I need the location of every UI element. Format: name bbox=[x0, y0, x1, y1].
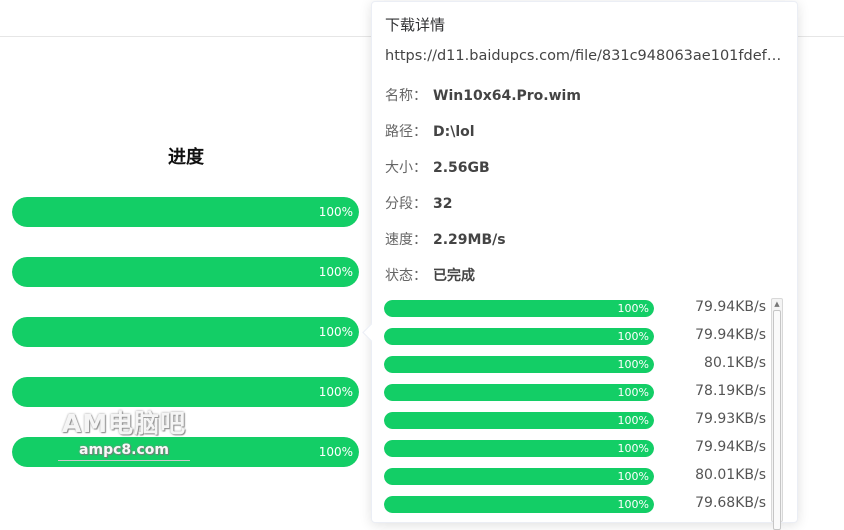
segment-speed: 78.19KB/s bbox=[695, 383, 766, 399]
segment-progress-fill bbox=[384, 412, 654, 429]
segment-progress-fill bbox=[384, 300, 654, 317]
progress-percent: 100% bbox=[318, 445, 353, 459]
progress-bar-fill bbox=[12, 257, 359, 287]
segment-percent: 100% bbox=[617, 470, 649, 483]
segment-progress-bar: 100% bbox=[384, 384, 654, 401]
segment-progress-fill bbox=[384, 440, 654, 457]
field-value: 已完成 bbox=[433, 268, 475, 284]
segment-row: 100% 79.94KB/s bbox=[384, 298, 774, 318]
segment-scrollbar[interactable]: ▲ bbox=[771, 298, 783, 530]
progress-bar-fill bbox=[12, 317, 359, 347]
segment-speed: 79.94KB/s bbox=[695, 327, 766, 343]
field-label: 大小： bbox=[385, 160, 427, 176]
segment-row: 100% 79.68KB/s bbox=[384, 494, 774, 514]
segment-list[interactable]: 100% 79.94KB/s 100% 79.94KB/s 100% 80.1KB/s 10… bbox=[384, 298, 784, 522]
segment-progress-bar: 100% bbox=[384, 412, 654, 429]
segment-progress-bar: 100% bbox=[384, 468, 654, 485]
segment-row: 100% 80.01KB/s bbox=[384, 466, 774, 486]
segment-progress-fill bbox=[384, 328, 654, 345]
popover-title: 下载详情 bbox=[385, 16, 446, 34]
progress-bar: 100% bbox=[12, 377, 359, 407]
field-label: 名称： bbox=[385, 88, 427, 104]
field-label: 状态： bbox=[385, 268, 427, 284]
segment-speed: 80.01KB/s bbox=[695, 467, 766, 483]
progress-percent: 100% bbox=[318, 265, 353, 279]
segment-percent: 100% bbox=[617, 498, 649, 511]
field-size: 大小： 2.56GB bbox=[385, 157, 490, 177]
field-name: 名称： Win10x64.Pro.wim bbox=[385, 85, 581, 105]
segment-progress-bar: 100% bbox=[384, 440, 654, 457]
field-segments: 分段： 32 bbox=[385, 193, 452, 213]
progress-column-header: 进度 bbox=[168, 147, 204, 168]
popover-arrow bbox=[362, 323, 381, 342]
segment-progress-fill bbox=[384, 496, 654, 513]
segment-row: 100% 78.19KB/s bbox=[384, 382, 774, 402]
segment-speed: 79.94KB/s bbox=[695, 299, 766, 315]
progress-bar: 100% bbox=[12, 197, 359, 227]
field-value: 2.56GB bbox=[433, 160, 490, 176]
segment-row: 100% 80.1KB/s bbox=[384, 354, 774, 374]
segment-row: 100% 79.94KB/s bbox=[384, 326, 774, 346]
segment-percent: 100% bbox=[617, 414, 649, 427]
progress-bar: 100% bbox=[12, 257, 359, 287]
field-label: 速度： bbox=[385, 232, 427, 248]
progress-percent: 100% bbox=[318, 325, 353, 339]
segment-progress-bar: 100% bbox=[384, 328, 654, 345]
segment-row: 100% 79.93KB/s bbox=[384, 410, 774, 430]
segment-speed: 80.1KB/s bbox=[704, 355, 766, 371]
field-value: 32 bbox=[433, 196, 453, 212]
segment-progress-fill bbox=[384, 468, 654, 485]
segment-percent: 100% bbox=[617, 302, 649, 315]
download-url: https://d11.baidupcs.com/file/831c948063… bbox=[385, 48, 785, 64]
segment-speed: 79.94KB/s bbox=[695, 439, 766, 455]
scroll-up-arrow-icon[interactable]: ▲ bbox=[773, 300, 781, 308]
progress-bar-fill bbox=[12, 437, 359, 467]
segment-progress-fill bbox=[384, 384, 654, 401]
segment-progress-fill bbox=[384, 356, 654, 373]
progress-bar-fill bbox=[12, 377, 359, 407]
progress-bar: 100% bbox=[12, 437, 359, 467]
segment-row: 100% 79.94KB/s bbox=[384, 438, 774, 458]
segment-percent: 100% bbox=[617, 358, 649, 371]
segment-percent: 100% bbox=[617, 442, 649, 455]
field-status: 状态： 已完成 bbox=[385, 265, 475, 285]
field-label: 路径： bbox=[385, 124, 427, 140]
field-value: 2.29MB/s bbox=[433, 232, 506, 248]
progress-bar-fill bbox=[12, 197, 359, 227]
segment-progress-bar: 100% bbox=[384, 356, 654, 373]
segment-progress-bar: 100% bbox=[384, 300, 654, 317]
scrollbar-thumb[interactable] bbox=[773, 310, 781, 530]
segment-percent: 100% bbox=[617, 386, 649, 399]
field-value: D:\lol bbox=[433, 124, 475, 140]
watermark-title: AM电脑吧 bbox=[61, 409, 187, 438]
field-value: Win10x64.Pro.wim bbox=[433, 88, 581, 104]
download-detail-popover: 下载详情 https://d11.baidupcs.com/file/831c9… bbox=[362, 1, 798, 530]
progress-percent: 100% bbox=[318, 205, 353, 219]
field-label: 分段： bbox=[385, 196, 427, 212]
segment-speed: 79.93KB/s bbox=[695, 411, 766, 427]
progress-percent: 100% bbox=[318, 385, 353, 399]
progress-bar: 100% bbox=[12, 317, 359, 347]
segment-percent: 100% bbox=[617, 330, 649, 343]
segment-progress-bar: 100% bbox=[384, 496, 654, 513]
field-path: 路径： D:\lol bbox=[385, 121, 475, 141]
field-speed: 速度： 2.29MB/s bbox=[385, 229, 506, 249]
